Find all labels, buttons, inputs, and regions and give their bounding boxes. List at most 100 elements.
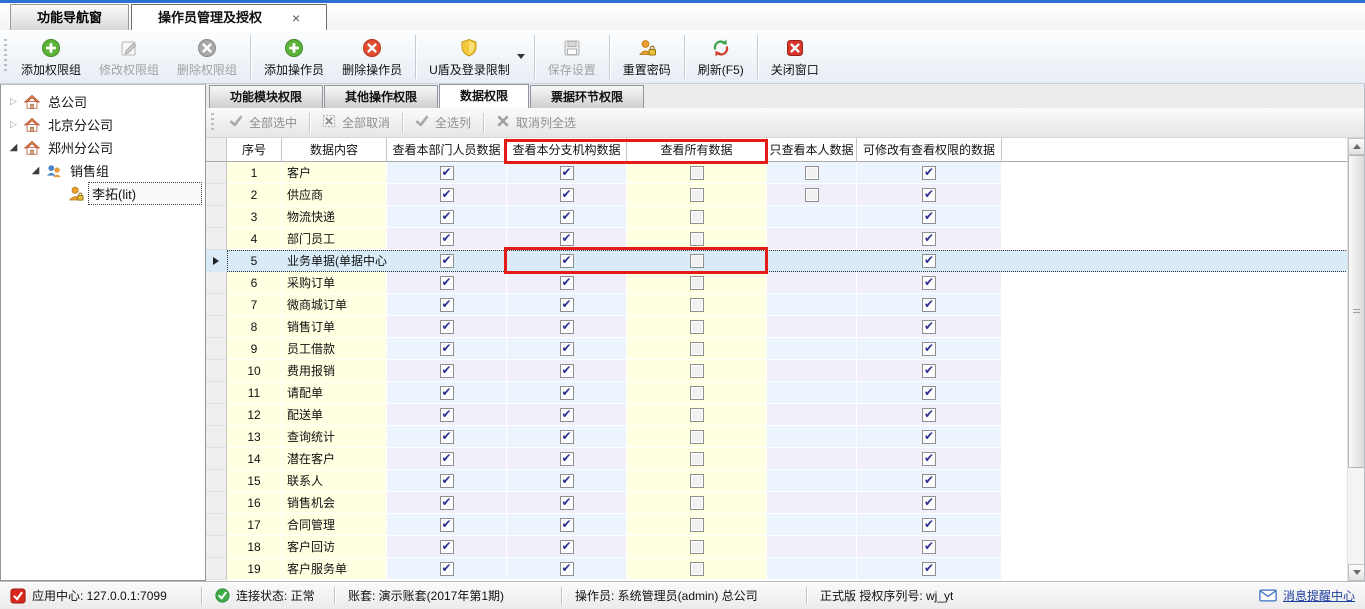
- permission-checkbox[interactable]: [440, 496, 454, 510]
- column-header[interactable]: 查看本部门人员数据: [387, 138, 507, 162]
- permission-checkbox[interactable]: [922, 254, 936, 268]
- scroll-up-button[interactable]: [1348, 138, 1364, 155]
- add-permission-group-button[interactable]: 添加权限组: [12, 33, 90, 81]
- tab-other-operation-permission[interactable]: 其他操作权限: [324, 85, 438, 108]
- column-header[interactable]: 序号: [227, 138, 282, 162]
- tab-data-permission[interactable]: 数据权限: [439, 84, 529, 108]
- permission-checkbox[interactable]: [922, 232, 936, 246]
- permission-checkbox[interactable]: [690, 430, 704, 444]
- permission-checkbox[interactable]: [440, 210, 454, 224]
- toolbar-grip[interactable]: [4, 39, 7, 74]
- permission-checkbox[interactable]: [440, 320, 454, 334]
- tab-invoice-step-permission[interactable]: 票据环节权限: [530, 85, 644, 108]
- table-row[interactable]: 17 合同管理: [206, 514, 1364, 536]
- table-row[interactable]: 13 查询统计: [206, 426, 1364, 448]
- permission-checkbox[interactable]: [560, 210, 574, 224]
- tree-expander-icon[interactable]: ◢: [29, 165, 42, 176]
- delete-operator-button[interactable]: 删除操作员: [333, 33, 411, 81]
- permission-checkbox[interactable]: [440, 232, 454, 246]
- permission-checkbox[interactable]: [560, 540, 574, 554]
- permission-checkbox[interactable]: [440, 298, 454, 312]
- permission-checkbox[interactable]: [922, 518, 936, 532]
- tree-expander-icon[interactable]: ▷: [7, 119, 20, 130]
- table-row[interactable]: 15 联系人: [206, 470, 1364, 492]
- permission-checkbox[interactable]: [560, 364, 574, 378]
- permission-checkbox[interactable]: [922, 364, 936, 378]
- column-header[interactable]: 只查看本人数据: [767, 138, 857, 162]
- permission-checkbox[interactable]: [560, 166, 574, 180]
- permission-checkbox[interactable]: [560, 452, 574, 466]
- permission-checkbox[interactable]: [690, 166, 704, 180]
- permission-checkbox[interactable]: [922, 496, 936, 510]
- table-row[interactable]: 10 费用报销: [206, 360, 1364, 382]
- permission-checkbox[interactable]: [690, 188, 704, 202]
- column-header[interactable]: 可修改有查看权限的数据: [857, 138, 1002, 162]
- permission-checkbox[interactable]: [922, 298, 936, 312]
- permission-checkbox[interactable]: [560, 474, 574, 488]
- permission-checkbox[interactable]: [440, 518, 454, 532]
- permission-checkbox[interactable]: [922, 342, 936, 356]
- permission-checkbox[interactable]: [440, 562, 454, 576]
- permission-checkbox[interactable]: [560, 496, 574, 510]
- permission-checkbox[interactable]: [922, 452, 936, 466]
- selection-toolbar-grip[interactable]: [211, 113, 214, 132]
- reset-password-button[interactable]: 重置密码: [614, 33, 680, 81]
- tab-module-permission[interactable]: 功能模块权限: [209, 85, 323, 108]
- tree-item-zhengzhou-branch[interactable]: ◢ 郑州分公司: [1, 136, 205, 159]
- permission-checkbox[interactable]: [560, 518, 574, 532]
- tree-item-beijing-branch[interactable]: ▷ 北京分公司: [1, 113, 205, 136]
- permission-checkbox[interactable]: [440, 364, 454, 378]
- chevron-down-icon[interactable]: [517, 54, 525, 59]
- permission-checkbox[interactable]: [690, 562, 704, 576]
- permission-checkbox[interactable]: [440, 166, 454, 180]
- message-center-link[interactable]: 消息提醒中心: [1259, 587, 1355, 604]
- table-row[interactable]: 1 客户: [206, 162, 1364, 184]
- permission-checkbox[interactable]: [560, 430, 574, 444]
- refresh-button[interactable]: 刷新(F5): [689, 33, 753, 81]
- permission-checkbox[interactable]: [560, 408, 574, 422]
- permission-checkbox[interactable]: [690, 320, 704, 334]
- permission-checkbox[interactable]: [690, 540, 704, 554]
- column-header[interactable]: 查看本分支机构数据: [507, 138, 627, 162]
- table-row[interactable]: 7 微商城订单: [206, 294, 1364, 316]
- table-row[interactable]: 18 客户回访: [206, 536, 1364, 558]
- tree-item-head-office[interactable]: ▷ 总公司: [1, 90, 205, 113]
- permission-checkbox[interactable]: [690, 518, 704, 532]
- scroll-down-button[interactable]: [1348, 564, 1364, 581]
- table-row[interactable]: 3 物流快递: [206, 206, 1364, 228]
- column-header[interactable]: 查看所有数据: [627, 138, 767, 162]
- permission-checkbox[interactable]: [440, 276, 454, 290]
- permission-checkbox[interactable]: [440, 188, 454, 202]
- permission-checkbox[interactable]: [690, 298, 704, 312]
- permission-checkbox[interactable]: [440, 452, 454, 466]
- tree-expander-icon[interactable]: ◢: [7, 142, 20, 153]
- permission-checkbox[interactable]: [690, 474, 704, 488]
- permission-checkbox[interactable]: [922, 562, 936, 576]
- table-row[interactable]: 2 供应商: [206, 184, 1364, 206]
- tab-function-nav[interactable]: 功能导航窗: [10, 4, 129, 30]
- column-header[interactable]: 数据内容: [282, 138, 387, 162]
- tab-operator-management[interactable]: 操作员管理及授权 ×: [131, 4, 327, 30]
- permission-checkbox[interactable]: [922, 430, 936, 444]
- permission-checkbox[interactable]: [922, 474, 936, 488]
- permission-checkbox[interactable]: [690, 408, 704, 422]
- permission-checkbox[interactable]: [440, 408, 454, 422]
- permission-checkbox[interactable]: [922, 320, 936, 334]
- tree-item-litao[interactable]: 李拓(lit): [1, 182, 205, 205]
- permission-checkbox[interactable]: [560, 320, 574, 334]
- vertical-scrollbar[interactable]: [1347, 138, 1364, 581]
- close-window-button[interactable]: 关闭窗口: [762, 33, 828, 81]
- table-row[interactable]: 5 业务单据(单据中心): [206, 250, 1364, 272]
- permission-checkbox[interactable]: [560, 342, 574, 356]
- permission-checkbox[interactable]: [922, 166, 936, 180]
- permission-checkbox[interactable]: [922, 540, 936, 554]
- permission-checkbox[interactable]: [440, 540, 454, 554]
- table-row[interactable]: 19 客户服务单: [206, 558, 1364, 580]
- table-row[interactable]: 14 潜在客户: [206, 448, 1364, 470]
- permission-checkbox[interactable]: [805, 188, 819, 202]
- permission-checkbox[interactable]: [690, 342, 704, 356]
- tree-expander-icon[interactable]: ▷: [7, 96, 20, 107]
- permission-checkbox[interactable]: [805, 166, 819, 180]
- permission-checkbox[interactable]: [560, 188, 574, 202]
- permission-checkbox[interactable]: [690, 386, 704, 400]
